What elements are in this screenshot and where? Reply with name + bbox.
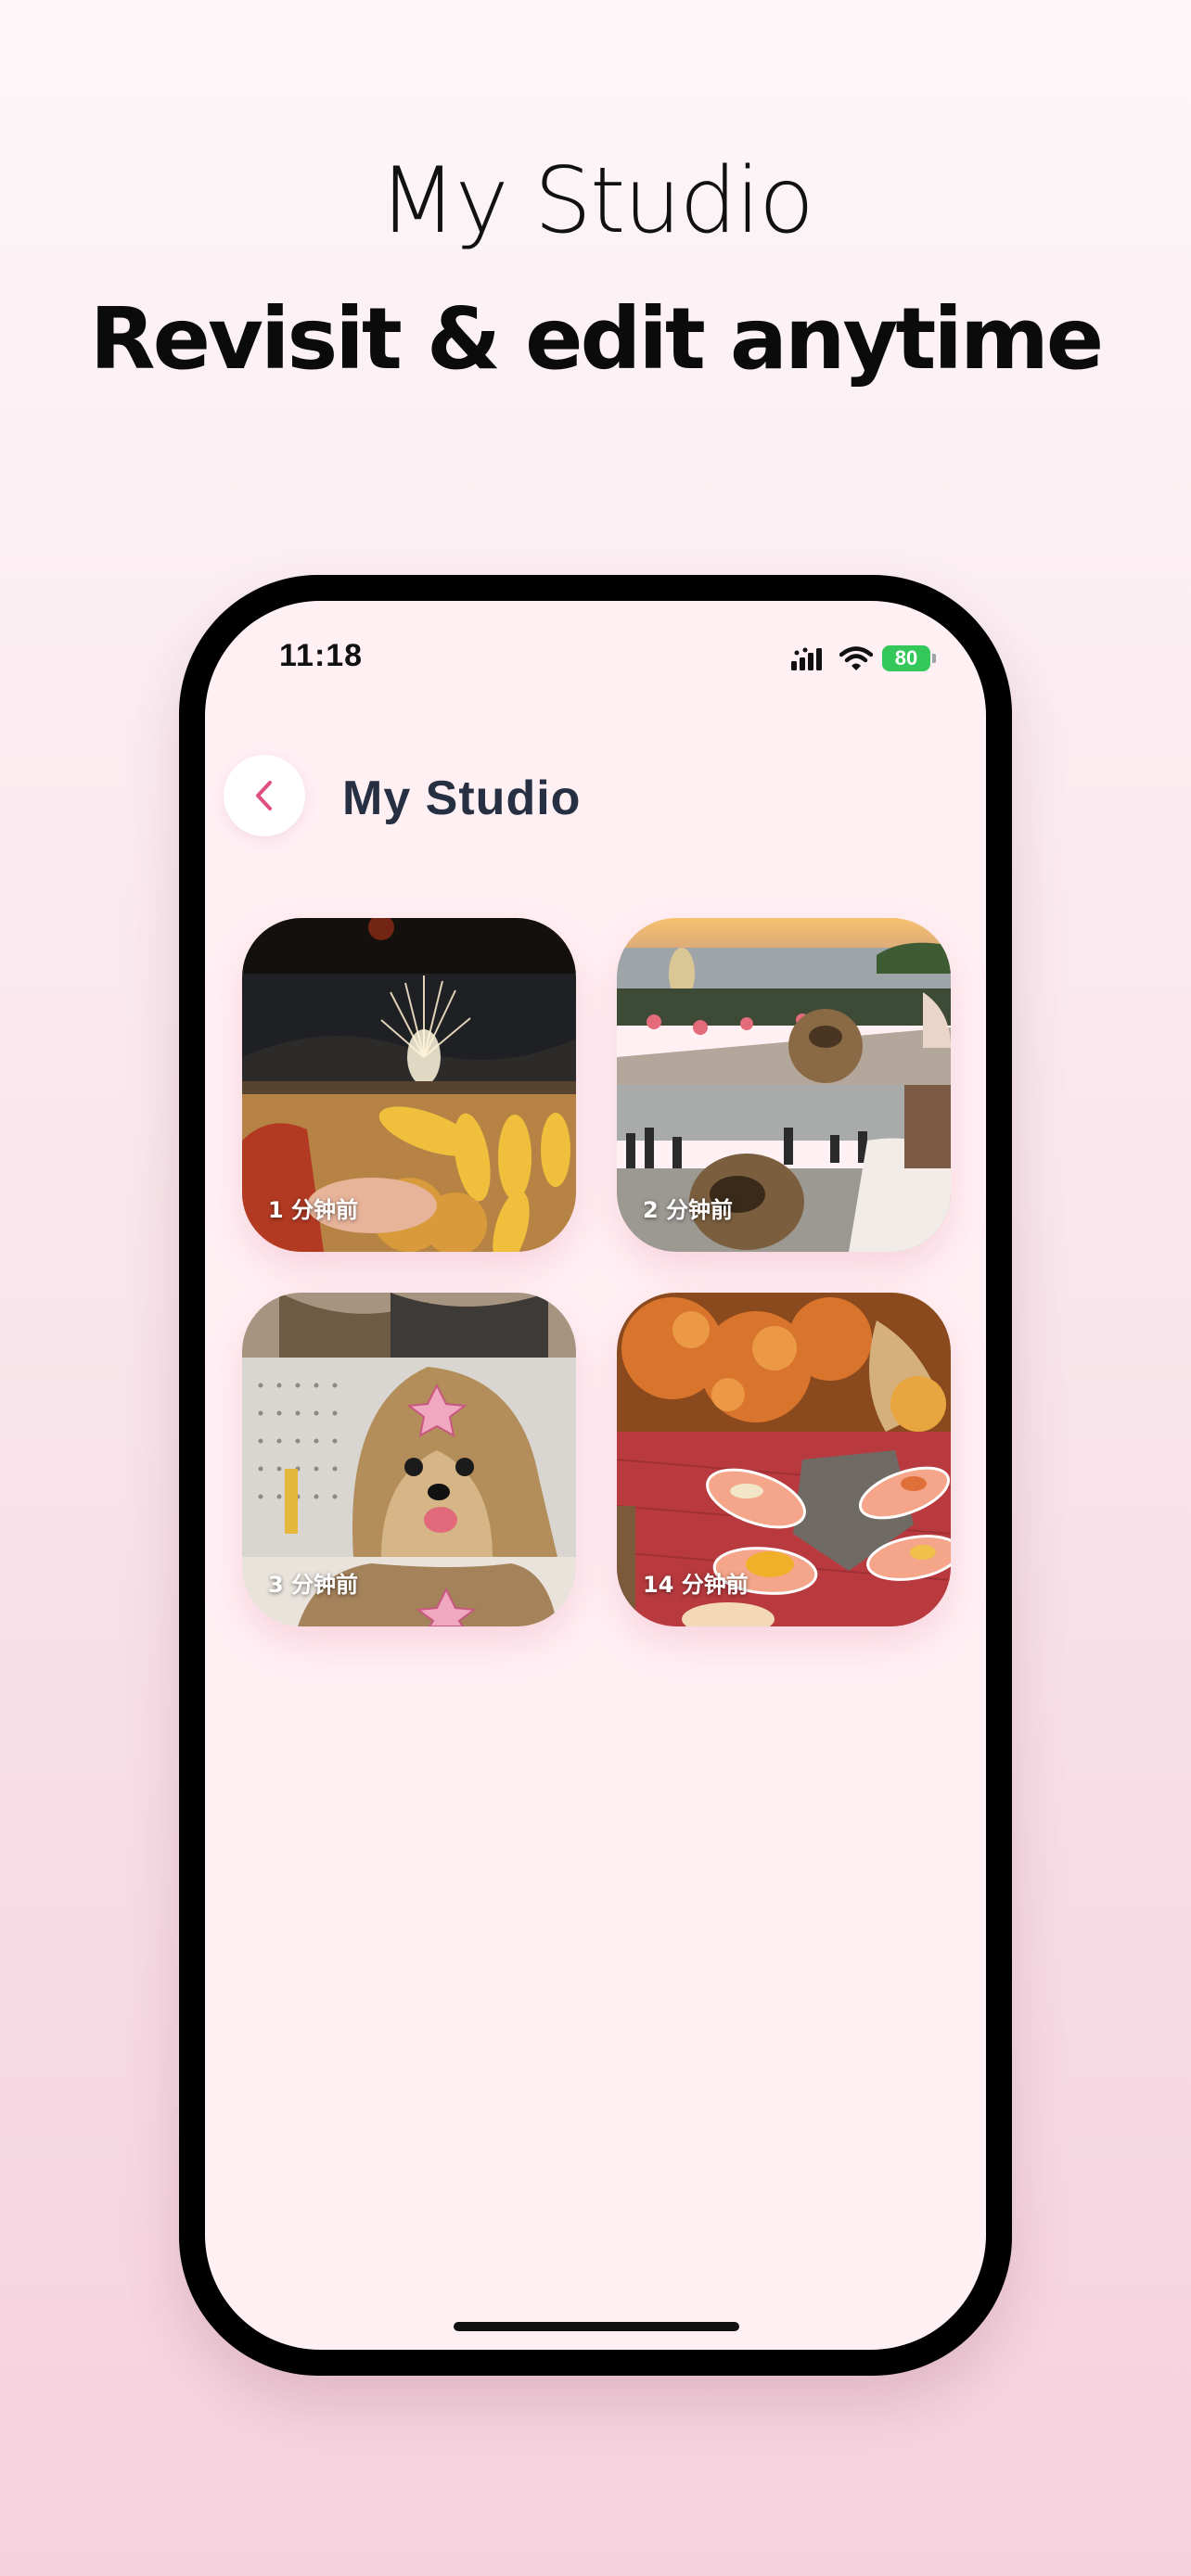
status-icons: 80 — [791, 645, 936, 671]
promo-subtitle: Revisit & edit anytime — [89, 289, 1104, 389]
page-title: My Studio — [342, 772, 582, 825]
project-card[interactable]: 2 分钟前 — [617, 918, 951, 1252]
battery-indicator: 80 — [882, 645, 936, 671]
home-indicator[interactable] — [454, 2322, 739, 2331]
project-card[interactable]: 3 分钟前 — [242, 1293, 576, 1626]
battery-level: 80 — [882, 645, 930, 671]
battery-tip — [932, 654, 936, 663]
back-button[interactable] — [224, 755, 305, 836]
project-card[interactable]: 14 分钟前 — [617, 1293, 951, 1626]
project-card[interactable]: 1 分钟前 — [242, 918, 576, 1252]
status-time: 11:18 — [279, 638, 364, 673]
wifi-icon — [839, 646, 873, 670]
project-time: 1 分钟前 — [268, 1197, 359, 1223]
phone-screen: 11:18 80 My Studio 1 分钟前 2 分钟前 3 分钟前 14 … — [205, 601, 986, 2350]
project-time: 2 分钟前 — [643, 1197, 734, 1223]
project-time: 14 分钟前 — [643, 1572, 749, 1598]
phone-frame: 11:18 80 My Studio 1 分钟前 2 分钟前 3 分钟前 14 … — [179, 575, 1012, 2376]
project-time: 3 分钟前 — [268, 1572, 359, 1598]
cellular-signal-icon — [791, 647, 822, 670]
chevron-left-icon — [256, 781, 272, 810]
promo-title: My Studio — [378, 148, 814, 254]
